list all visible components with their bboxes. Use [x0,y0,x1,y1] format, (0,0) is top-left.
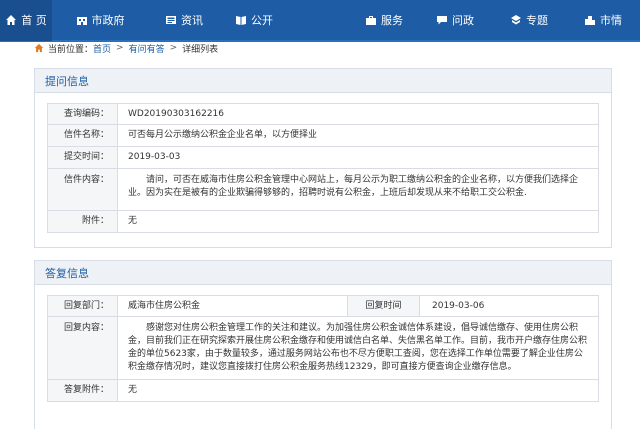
nav-item-label: 市情 [600,14,622,27]
reply-attachment-value: 无 [117,379,599,402]
breadcrumb-prefix: 当前位置： [48,44,94,55]
nav-item-label: 首 页 [21,14,47,27]
home-icon [34,43,44,53]
nav-item-label: 服务 [381,14,403,27]
reply-content-value: 感谢您对住房公积金管理工作的关注和建议。为加强住房公积金诚信体系建设，倡导诚信缴… [117,316,599,380]
answer-panel: 答复信息 回复部门： 威海市住房公积金 回复时间 2019-03-06 回复内容… [34,260,612,429]
table-row: 回复内容： 感谢您对住房公积金管理工作的关注和建议。为加强住房公积金诚信体系建设… [47,316,599,380]
field-label: 回复时间 [347,295,420,317]
field-label: 信件名称： [47,124,118,147]
nav-item-public[interactable]: 公开 [220,0,288,41]
nav-item-label: 问政 [452,14,474,27]
nav-item-label: 公开 [251,14,273,27]
field-label: 提交时间： [47,146,118,169]
field-label: 回复内容： [47,316,118,380]
field-label: 附件： [47,210,118,233]
breadcrumb-home-link[interactable]: 首页 [93,42,111,55]
table-row: 提交时间： 2019-03-03 [47,146,599,169]
breadcrumb: 当前位置： 首页 > 有问有答 > 详细列表 [34,38,612,58]
nav-item-city-government[interactable]: 市政府 [52,0,148,41]
answer-panel-title: 答复信息 [35,261,611,285]
topic-icon [511,15,521,25]
service-icon [366,16,376,25]
nav-item-news[interactable]: 资讯 [148,0,220,41]
letter-content-value: 请问，可否在威海市住房公积金管理中心网站上，每月公示为职工缴纳公积金的企业名称，… [117,168,599,211]
table-row: 信件名称： 可否每月公示缴纳公积金企业名单，以方便择业 [47,124,599,147]
home-icon [6,15,17,25]
attachment-value: 无 [117,210,599,233]
nav-item-label: 市政府 [91,14,125,27]
reply-time-value: 2019-03-06 [419,295,599,317]
nav-item-city-info[interactable]: 市情 [566,0,640,41]
query-code-value: WD20190303162216 [117,103,599,125]
question-table: 查询编码： WD20190303162216 信件名称： 可否每月公示缴纳公积金… [47,103,599,233]
question-panel-title: 提问信息 [35,69,611,93]
submit-time-value: 2019-03-03 [117,146,599,169]
nav-item-inquiry[interactable]: 问政 [418,0,492,41]
breadcrumb-qa-link[interactable]: 有问有答 [129,42,165,55]
chat-icon [437,16,447,25]
city-icon [585,16,595,25]
nav-item-label: 资讯 [181,14,203,27]
field-label: 回复部门： [47,295,118,317]
nav-item-service[interactable]: 服务 [350,0,418,41]
breadcrumb-separator: > [116,43,124,53]
answer-table: 回复部门： 威海市住房公积金 回复时间 2019-03-06 回复内容： 感谢您… [47,295,599,402]
table-row: 附件： 无 [47,210,599,233]
field-label: 信件内容： [47,168,118,211]
table-row: 信件内容： 请问，可否在威海市住房公积金管理中心网站上，每月公示为职工缴纳公积金… [47,168,599,211]
letter-title-value: 可否每月公示缴纳公积金企业名单，以方便择业 [117,124,599,147]
news-icon [166,16,176,24]
nav-item-blank[interactable] [288,0,350,41]
field-label: 答复附件： [47,379,118,402]
nav-item-label: 专题 [526,14,548,27]
book-icon [236,16,246,25]
building-icon [76,17,87,25]
top-navigation: 首 页 市政府 资讯 公开 服务 问政 专题 市情 [0,0,640,42]
table-row: 答复附件： 无 [47,379,599,402]
table-row: 查询编码： WD20190303162216 [47,103,599,125]
breadcrumb-current: 详细列表 [182,44,219,55]
question-panel: 提问信息 查询编码： WD20190303162216 信件名称： 可否每月公示… [34,68,612,248]
reply-department-value: 威海市住房公积金 [117,295,348,317]
nav-item-topics[interactable]: 专题 [492,0,566,41]
table-row: 回复部门： 威海市住房公积金 回复时间 2019-03-06 [47,295,599,317]
nav-item-home[interactable]: 首 页 [0,0,52,41]
breadcrumb-separator: > [169,43,178,53]
field-label: 查询编码： [47,103,118,125]
